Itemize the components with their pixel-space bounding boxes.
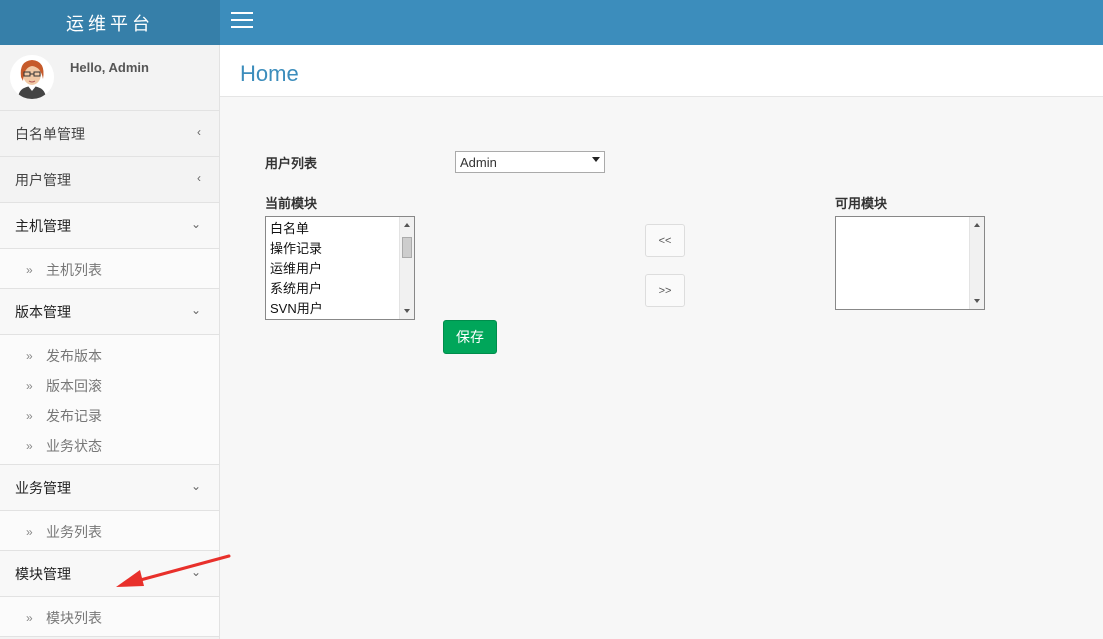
sidebar-submenu-versions: » 发布版本 » 版本回滚 » 发布记录 » 业务状态 bbox=[0, 335, 219, 465]
sidebar-submenu-modules: » 模块列表 bbox=[0, 597, 219, 637]
chevron-down-icon: ⌄ bbox=[190, 565, 201, 579]
greeting-text: Hello, Admin bbox=[70, 60, 149, 75]
sidebar-section-whitelist[interactable]: 白名单管理 ‹ bbox=[0, 111, 219, 157]
chevron-down-icon: ⌄ bbox=[190, 217, 201, 231]
double-chevron-right-icon: » bbox=[26, 409, 33, 423]
double-chevron-right-icon: » bbox=[26, 439, 33, 453]
double-chevron-right-icon: » bbox=[26, 263, 33, 277]
sidebar-item-publish-version[interactable]: » 发布版本 bbox=[0, 341, 219, 371]
sidebar-section-label: 业务管理 bbox=[15, 479, 71, 496]
sidebar-section-users[interactable]: 用户管理 ‹ bbox=[0, 157, 219, 203]
scroll-down-icon bbox=[404, 309, 410, 313]
chevron-down-icon: ⌄ bbox=[190, 479, 201, 493]
list-item[interactable]: SVN用户 bbox=[266, 299, 414, 319]
chevron-left-icon: ‹ bbox=[197, 171, 201, 185]
current-modules-label: 当前模块 bbox=[265, 196, 318, 211]
sidebar-item-label: 版本回滚 bbox=[46, 378, 102, 394]
page-title: Home bbox=[240, 61, 299, 86]
sidebar-item-label: 业务列表 bbox=[46, 524, 102, 540]
scroll-up-icon bbox=[974, 223, 980, 227]
list-item[interactable]: 系统用户 bbox=[266, 279, 414, 299]
sidebar-section-label: 主机管理 bbox=[15, 217, 71, 234]
sidebar-section-label: 用户管理 bbox=[15, 171, 71, 188]
list-item[interactable]: 运维用户 bbox=[266, 259, 414, 279]
scroll-up-icon bbox=[404, 223, 410, 227]
double-chevron-right-icon: » bbox=[26, 525, 33, 539]
sidebar-item-label: 发布记录 bbox=[46, 408, 102, 424]
content-header: Home bbox=[220, 45, 1103, 97]
sidebar-item-publish-records[interactable]: » 发布记录 bbox=[0, 401, 219, 431]
sidebar-item-label: 发布版本 bbox=[46, 348, 102, 364]
sidebar-submenu-hosts: » 主机列表 bbox=[0, 249, 219, 289]
available-modules-label: 可用模块 bbox=[835, 196, 888, 211]
dropdown-arrow-icon bbox=[592, 157, 600, 162]
sidebar-section-label: 版本管理 bbox=[15, 303, 71, 320]
list-item[interactable]: 白名单 bbox=[266, 219, 414, 239]
sidebar-item-label: 模块列表 bbox=[46, 610, 102, 626]
sidebar-section-versions[interactable]: 版本管理 ⌄ bbox=[0, 289, 219, 335]
user-panel: Hello, Admin bbox=[0, 45, 219, 111]
double-chevron-right-icon: » bbox=[26, 611, 33, 625]
avatar bbox=[10, 55, 54, 99]
sidebar-item-business-list[interactable]: » 业务列表 bbox=[0, 517, 219, 547]
chevron-left-icon: ‹ bbox=[197, 125, 201, 139]
top-navbar bbox=[220, 0, 1103, 45]
double-chevron-right-icon: » bbox=[26, 349, 33, 363]
sidebar-item-rollback[interactable]: » 版本回滚 bbox=[0, 371, 219, 401]
sidebar-section-hosts[interactable]: 主机管理 ⌄ bbox=[0, 203, 219, 249]
move-left-button[interactable]: << bbox=[645, 224, 685, 257]
sidebar-item-host-list[interactable]: » 主机列表 bbox=[0, 255, 219, 285]
sidebar-item-business-status[interactable]: » 业务状态 bbox=[0, 431, 219, 461]
user-select[interactable]: Admin bbox=[455, 151, 605, 173]
move-right-button[interactable]: >> bbox=[645, 274, 685, 307]
save-button[interactable]: 保存 bbox=[443, 320, 497, 354]
double-chevron-right-icon: » bbox=[26, 379, 33, 393]
sidebar-section-business[interactable]: 业务管理 ⌄ bbox=[0, 465, 219, 511]
sidebar-item-label: 主机列表 bbox=[46, 262, 102, 278]
listbox-scrollbar[interactable] bbox=[399, 217, 414, 319]
sidebar-section-label: 模块管理 bbox=[15, 565, 71, 582]
scroll-thumb[interactable] bbox=[402, 237, 412, 258]
sidebar-section-label: 白名单管理 bbox=[15, 125, 85, 142]
sidebar-submenu-business: » 业务列表 bbox=[0, 511, 219, 551]
user-select-value: Admin bbox=[460, 154, 497, 170]
app-logo-title: 运维平台 bbox=[0, 0, 220, 45]
listbox-scrollbar[interactable] bbox=[969, 217, 984, 309]
scroll-down-icon bbox=[974, 299, 980, 303]
sidebar: Hello, Admin 白名单管理 ‹ 用户管理 ‹ 主机管理 ⌄ » 主机列… bbox=[0, 45, 220, 639]
current-modules-listbox[interactable]: 白名单 操作记录 运维用户 系统用户 SVN用户 bbox=[265, 216, 415, 320]
user-list-label: 用户列表 bbox=[265, 156, 318, 171]
hamburger-icon[interactable] bbox=[231, 12, 253, 28]
chevron-down-icon: ⌄ bbox=[190, 303, 201, 317]
available-modules-listbox[interactable] bbox=[835, 216, 985, 310]
sidebar-item-module-list[interactable]: » 模块列表 bbox=[0, 603, 219, 633]
sidebar-section-modules[interactable]: 模块管理 ⌄ bbox=[0, 551, 219, 597]
list-item[interactable]: 操作记录 bbox=[266, 239, 414, 259]
sidebar-item-label: 业务状态 bbox=[46, 438, 102, 454]
